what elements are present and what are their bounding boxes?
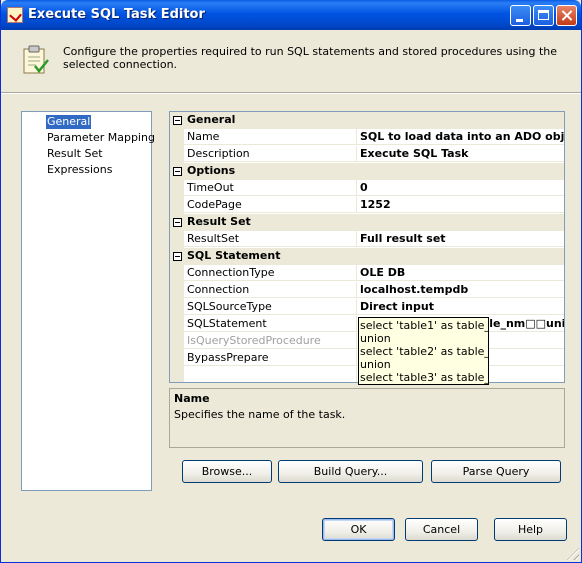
maximize-button[interactable] — [533, 5, 554, 26]
property-name: Name — [184, 129, 357, 145]
collapse-toggle-icon[interactable] — [173, 252, 182, 261]
property-row-description[interactable]: Description Execute SQL Task — [170, 146, 564, 163]
collapse-toggle-icon[interactable] — [173, 116, 182, 125]
category-options: Options — [170, 163, 564, 180]
description-title: Name — [174, 392, 210, 405]
collapse-toggle-icon[interactable] — [173, 218, 182, 227]
category-sql-statement: SQL Statement — [170, 248, 564, 265]
task-document-icon — [23, 45, 49, 74]
property-name: ConnectionType — [184, 265, 357, 281]
property-name: TimeOut — [184, 180, 357, 196]
property-name: BypassPrepare — [184, 350, 357, 366]
property-value[interactable]: 1252 — [357, 197, 564, 213]
property-value[interactable]: localhost.tempdb — [357, 282, 564, 298]
property-name: SQLSourceType — [184, 299, 357, 315]
tooltip-line: select 'table1' as table_nm — [360, 319, 489, 332]
window-title: Execute SQL Task Editor — [28, 7, 205, 22]
description-text: Specifies the name of the task. — [174, 408, 346, 421]
property-name: SQLStatement — [184, 316, 357, 332]
property-row-connection[interactable]: Connection localhost.tempdb — [170, 282, 564, 299]
page-navigation-list: General Parameter Mapping Result Set Exp… — [21, 111, 155, 491]
minimize-button[interactable] — [510, 5, 531, 26]
ok-button[interactable]: OK — [322, 518, 395, 541]
execute-sql-task-editor-window: Execute SQL Task Editor Configure the pr… — [0, 0, 582, 563]
property-value[interactable]: 0 — [357, 180, 564, 196]
category-label: SQL Statement — [187, 249, 281, 262]
build-query-button[interactable]: Build Query... — [278, 460, 423, 483]
browse-button[interactable]: Browse... — [182, 460, 272, 483]
cancel-button[interactable]: Cancel — [405, 518, 478, 541]
collapse-toggle-icon[interactable] — [173, 167, 182, 176]
category-general: General — [170, 112, 564, 129]
property-row-codepage[interactable]: CodePage 1252 — [170, 197, 564, 214]
property-row-sqlsourcetype[interactable]: SQLSourceType Direct input — [170, 299, 564, 316]
category-label: Options — [187, 164, 236, 177]
category-label: General — [187, 113, 236, 126]
tooltip-line: union — [360, 332, 391, 345]
nav-item-expressions[interactable]: Expressions — [46, 163, 113, 177]
header-separator — [1, 92, 581, 94]
tooltip-line: select 'table3' as table_nm — [360, 371, 489, 384]
property-name: Connection — [184, 282, 357, 298]
help-button[interactable]: Help — [494, 518, 567, 541]
task-app-icon — [7, 7, 23, 23]
nav-item-general[interactable]: General — [46, 115, 92, 129]
size-grip[interactable] — [567, 548, 579, 560]
tooltip-line: select 'table2' as table_nm — [360, 345, 489, 358]
category-label: Result Set — [187, 215, 251, 228]
property-value[interactable]: Direct input — [357, 299, 564, 315]
nav-item-result-set[interactable]: Result Set — [46, 147, 104, 161]
property-name: IsQueryStoredProcedure — [184, 333, 357, 349]
property-description-pane: Name Specifies the name of the task. — [169, 388, 565, 448]
property-row-connectiontype[interactable]: ConnectionType OLE DB — [170, 265, 564, 282]
parse-query-button[interactable]: Parse Query — [431, 460, 561, 483]
header-description: Configure the properties required to run… — [63, 45, 557, 71]
tooltip-line: union — [360, 358, 391, 371]
property-row-resultset[interactable]: ResultSet Full result set — [170, 231, 564, 248]
property-value[interactable]: Full result set — [357, 231, 564, 247]
property-row-name[interactable]: Name SQL to load data into an ADO object — [170, 129, 564, 146]
property-name: CodePage — [184, 197, 357, 213]
property-row-timeout[interactable]: TimeOut 0 — [170, 180, 564, 197]
property-value[interactable]: SQL to load data into an ADO object — [357, 129, 564, 145]
close-button[interactable] — [556, 5, 577, 26]
title-bar[interactable]: Execute SQL Task Editor — [1, 0, 581, 30]
property-value[interactable]: OLE DB — [357, 265, 564, 281]
nav-item-parameter-mapping[interactable]: Parameter Mapping — [46, 131, 156, 145]
property-name: Description — [184, 146, 357, 162]
property-name: ResultSet — [184, 231, 357, 247]
sqlstatement-tooltip: select 'table1' as table_nm union select… — [358, 317, 489, 385]
category-result-set: Result Set — [170, 214, 564, 231]
property-value[interactable]: Execute SQL Task — [357, 146, 564, 162]
